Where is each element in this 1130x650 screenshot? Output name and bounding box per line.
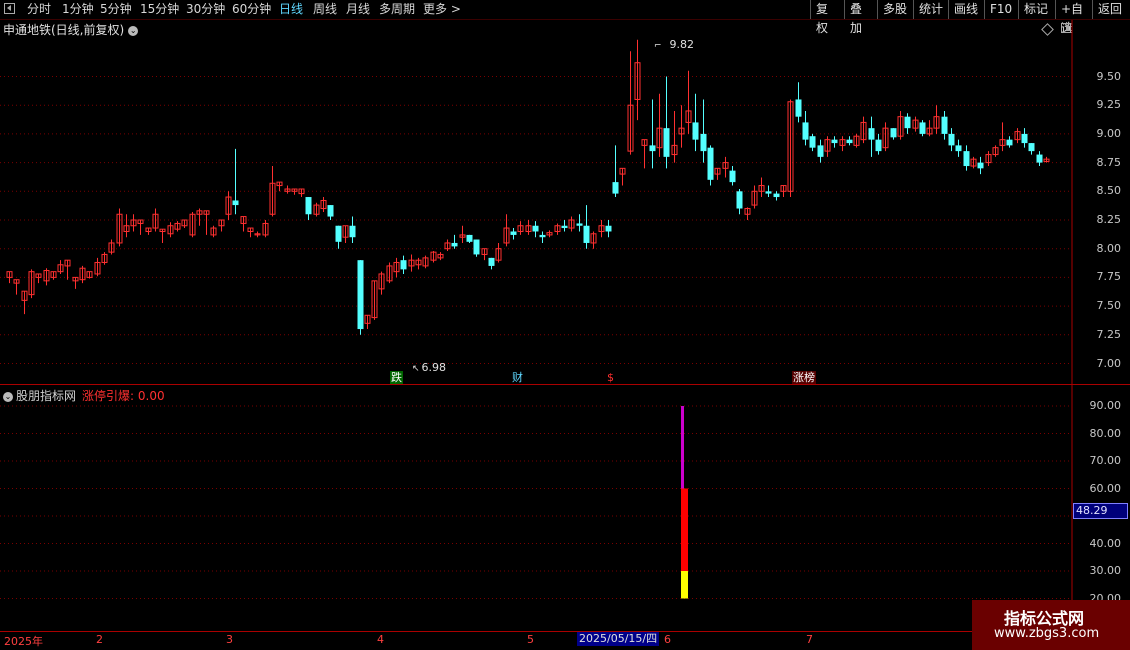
price-tick-label: 9.25	[1096, 98, 1122, 112]
candle-body-down	[890, 128, 897, 138]
candle-body-down	[451, 242, 458, 247]
candle-body-down	[357, 260, 364, 330]
candle-body-down	[1021, 133, 1028, 144]
candle-body-down	[831, 139, 838, 144]
candle-body-down	[955, 145, 962, 152]
indicator-bar-segment	[681, 488, 688, 571]
candle-body-down	[868, 128, 875, 140]
watermark-url: www.zbgs3.com	[994, 626, 1100, 641]
candle-body-down	[532, 225, 539, 232]
candle-body-down	[846, 139, 853, 144]
high-price-value: 9.82	[669, 38, 695, 51]
candle-body-down	[232, 200, 239, 206]
date-label: 4	[377, 633, 384, 646]
candle-body-down	[707, 147, 714, 180]
candle-body-down	[327, 205, 334, 217]
candle-body-down	[692, 122, 699, 140]
indicator-tick-label: 40.00	[1089, 536, 1122, 550]
candle-body-down	[576, 223, 583, 226]
date-label: 5	[527, 633, 534, 646]
date-axis: 2025年 2 3 4 5 2025/05/15/四 6 7	[0, 631, 1130, 648]
candle-body-down	[400, 260, 407, 270]
price-tick-label: 8.75	[1096, 155, 1122, 169]
price-chart[interactable]	[0, 0, 1130, 650]
indicator-bar-segment	[681, 406, 684, 489]
event-tag-dollar[interactable]: $	[606, 371, 615, 384]
date-label: 7	[806, 633, 813, 646]
indicator-tick-label: 70.00	[1089, 454, 1122, 467]
event-tag-drop[interactable]: 跌	[390, 371, 403, 384]
price-tick-label: 7.50	[1096, 299, 1122, 313]
candle-body-down	[736, 191, 743, 209]
date-cursor: 2025/05/15/四	[577, 632, 660, 646]
indicator-bar-segment	[681, 571, 688, 599]
candle-body-down	[1036, 154, 1043, 163]
date-label: 6	[664, 633, 671, 646]
chevron-down-icon[interactable]: ⌄	[3, 391, 13, 402]
candle-body-down	[663, 128, 670, 157]
low-price-marker: ↖ 6.98	[412, 361, 447, 374]
candle-body-down	[583, 225, 590, 243]
candle-body-down	[466, 234, 473, 242]
candle-body-down	[977, 162, 984, 169]
candle-body-down	[649, 145, 656, 152]
candle-body-down	[305, 197, 312, 215]
candle-body-down	[817, 145, 824, 157]
candle-body-down	[963, 151, 970, 167]
indicator-tick-label: 30.00	[1089, 564, 1122, 577]
candle-body-down	[349, 225, 356, 238]
candle-body-down	[700, 133, 707, 152]
high-price-marker: ⌐ 9.82	[654, 38, 695, 51]
candle-body-down	[539, 234, 546, 238]
candle-body-down	[473, 239, 480, 255]
event-tag-top-gainers[interactable]: 涨榜	[792, 371, 816, 384]
price-tick-label: 7.75	[1096, 270, 1122, 284]
price-tick-label: 8.00	[1096, 241, 1122, 255]
candle-body-down	[773, 193, 780, 198]
candle-body-down	[1028, 143, 1035, 152]
date-label: 2025年	[4, 635, 43, 648]
candle-body-down	[335, 225, 342, 242]
price-tick-label: 8.25	[1096, 213, 1122, 226]
candle-body-down	[802, 122, 809, 140]
candle-body-down	[809, 136, 816, 148]
price-tick-label: 8.50	[1096, 184, 1122, 198]
low-price-value: 6.98	[421, 361, 447, 374]
candle-body-down	[904, 116, 911, 129]
price-tick-label: 9.00	[1096, 126, 1122, 140]
indicator-tick-label: 90.00	[1089, 399, 1122, 412]
candle-body-down	[612, 182, 619, 194]
candle-body-down	[729, 170, 736, 183]
candle-body-down	[488, 257, 495, 266]
indicator-title: ⌄ 股朋指标网 涨停引爆: 0.00	[3, 387, 165, 404]
candle-body-down	[875, 139, 882, 152]
price-tick-label: 7.00	[1096, 356, 1122, 370]
candle-body-down	[510, 231, 517, 235]
candle-body-down	[919, 122, 926, 134]
price-tick-label: 9.50	[1096, 69, 1122, 83]
date-label: 2	[96, 633, 103, 646]
watermark: 指标公式网 www.zbgs3.com	[972, 600, 1130, 650]
candle-body-down	[561, 225, 568, 229]
date-label: 3	[226, 633, 233, 646]
candle-body-down	[765, 191, 772, 194]
indicator-tick-label: 60.00	[1089, 481, 1122, 495]
event-tag-finance[interactable]: 财	[511, 371, 524, 384]
candle-body-down	[605, 225, 612, 232]
price-tick-label: 7.25	[1096, 327, 1122, 341]
candle-body-down	[795, 99, 802, 117]
indicator-tick-label: 80.00	[1089, 426, 1122, 440]
candle-body-down	[941, 116, 948, 134]
candle-body-down	[1006, 139, 1013, 146]
indicator-value: 涨停引爆: 0.00	[82, 389, 165, 403]
indicator-name: 股朋指标网	[16, 389, 77, 403]
candle-body-down	[948, 133, 955, 146]
current-value-box: 48.29	[1073, 503, 1128, 519]
